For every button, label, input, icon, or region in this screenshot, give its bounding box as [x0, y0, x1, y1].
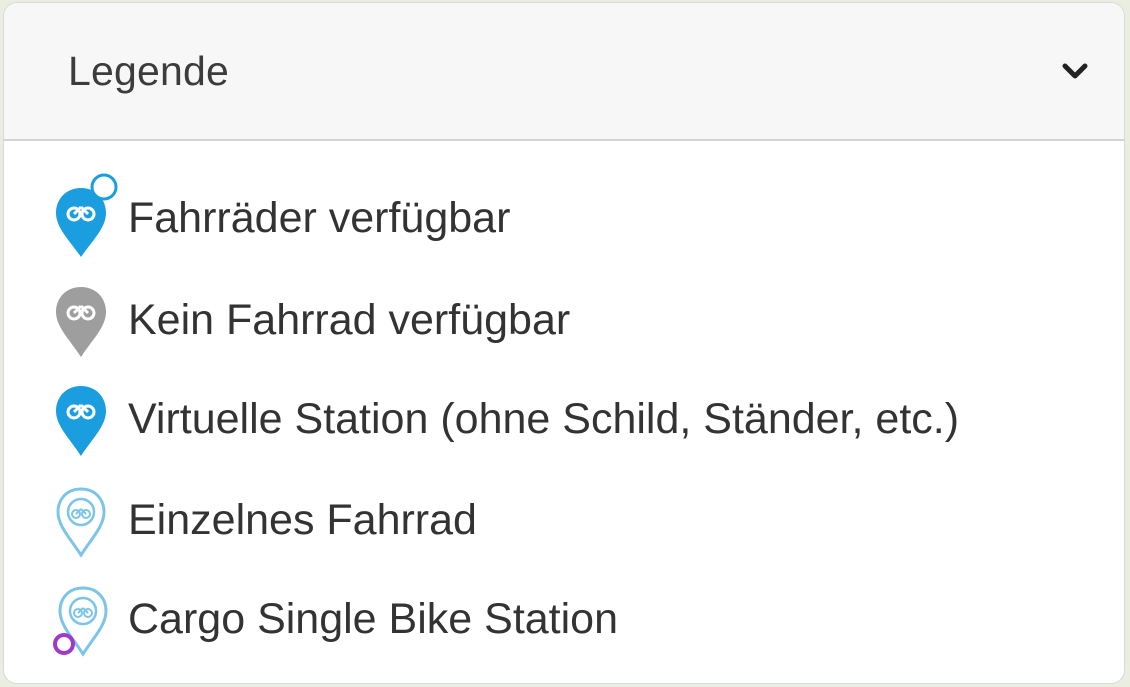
outline-pin-icon	[48, 475, 118, 565]
legend-item: Fahrräder verfügbar	[48, 173, 510, 263]
legend-item: Kein Fahrrad verfügbar	[48, 275, 570, 365]
legend-panel: Legende Fahrräder verfügbar Kein Fahrrad…	[3, 2, 1125, 684]
legend-title: Legende	[68, 47, 230, 94]
blue-pin-icon	[48, 374, 118, 464]
legend-item-label: Einzelnes Fahrrad	[128, 495, 477, 544]
legend-item: Cargo Single Bike Station	[48, 574, 618, 664]
legend-item-label: Kein Fahrrad verfügbar	[128, 295, 571, 344]
legend-item-label: Fahrräder verfügbar	[128, 193, 511, 242]
outline-pin-cargo-icon	[48, 574, 118, 664]
grey-pin-icon	[48, 275, 118, 365]
legend-item: Virtuelle Station (ohne Schild, Ständer,…	[48, 374, 959, 464]
legend-item: Einzelnes Fahrrad	[48, 475, 477, 565]
blue-pin-with-counter-icon	[48, 173, 118, 263]
chevron-down-icon[interactable]	[1060, 56, 1090, 86]
legend-header[interactable]: Legende	[4, 3, 1124, 141]
legend-item-label: Cargo Single Bike Station	[128, 594, 619, 643]
legend-item-label: Virtuelle Station (ohne Schild, Ständer,…	[128, 394, 960, 443]
